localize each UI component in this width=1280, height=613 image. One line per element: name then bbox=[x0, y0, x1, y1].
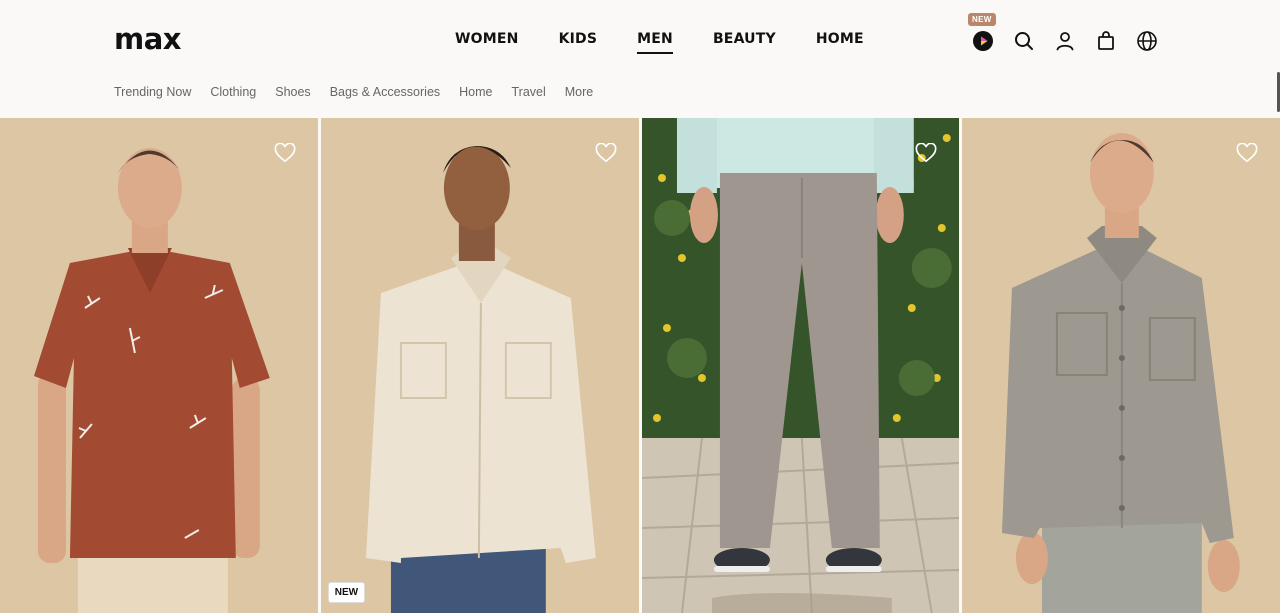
nav-women[interactable]: WOMEN bbox=[455, 31, 519, 47]
cart-button[interactable] bbox=[1094, 29, 1118, 53]
shopping-bag-icon bbox=[1098, 31, 1114, 50]
product-card-2[interactable]: NEW bbox=[320, 118, 639, 613]
wishlist-heart-icon[interactable] bbox=[1236, 143, 1258, 163]
product-card-3[interactable] bbox=[641, 118, 960, 613]
subnav-more[interactable]: More bbox=[565, 85, 593, 99]
subnav-home[interactable]: Home bbox=[459, 85, 492, 99]
new-badge: NEW bbox=[968, 13, 996, 26]
account-button[interactable] bbox=[1053, 29, 1077, 53]
play-video-icon bbox=[973, 31, 993, 51]
subnav-trending-now[interactable]: Trending Now bbox=[114, 85, 191, 99]
subnav-clothing[interactable]: Clothing bbox=[210, 85, 256, 99]
site-header: max WOMEN KIDS MEN BEAUTY HOME NEW Trend… bbox=[0, 0, 1280, 118]
play-video-button[interactable]: NEW bbox=[968, 13, 996, 53]
product-image bbox=[641, 118, 960, 613]
product-card-4[interactable] bbox=[962, 118, 1280, 613]
product-card-1[interactable] bbox=[0, 118, 318, 613]
product-grid: NEW bbox=[0, 118, 1280, 613]
product-new-badge: NEW bbox=[327, 582, 366, 603]
subnav-bags-accessories[interactable]: Bags & Accessories bbox=[330, 85, 440, 99]
nav-kids[interactable]: KIDS bbox=[559, 31, 598, 47]
nav-beauty[interactable]: BEAUTY bbox=[713, 31, 776, 47]
brand-logo[interactable]: max bbox=[114, 22, 182, 56]
product-image bbox=[0, 118, 318, 613]
nav-home[interactable]: HOME bbox=[816, 31, 864, 47]
subnav-travel[interactable]: Travel bbox=[512, 85, 546, 99]
language-button[interactable] bbox=[1135, 29, 1159, 53]
wishlist-heart-icon[interactable] bbox=[915, 143, 937, 163]
search-icon bbox=[1015, 32, 1033, 50]
wishlist-heart-icon[interactable] bbox=[595, 143, 617, 163]
nav-men[interactable]: MEN bbox=[637, 31, 673, 54]
product-image bbox=[320, 118, 639, 613]
wishlist-heart-icon[interactable] bbox=[274, 143, 296, 163]
main-nav: WOMEN KIDS MEN BEAUTY HOME bbox=[455, 31, 864, 54]
product-image bbox=[962, 118, 1280, 613]
globe-icon bbox=[1137, 31, 1157, 51]
user-icon bbox=[1056, 32, 1074, 51]
subnav-shoes[interactable]: Shoes bbox=[275, 85, 310, 99]
sub-nav: Trending Now Clothing Shoes Bags & Acces… bbox=[114, 85, 593, 99]
search-button[interactable] bbox=[1012, 29, 1036, 53]
header-icons: NEW bbox=[968, 13, 1176, 53]
